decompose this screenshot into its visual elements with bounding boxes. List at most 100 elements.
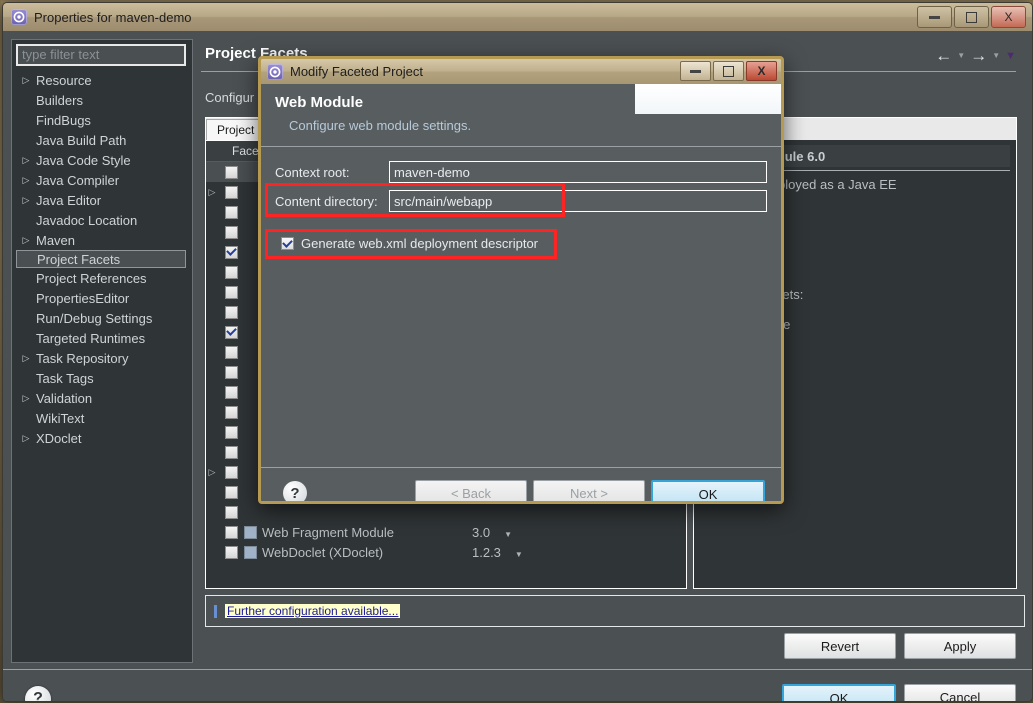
forward-arrow-icon[interactable]: → <box>970 47 987 64</box>
help-icon[interactable]: ? <box>25 686 51 701</box>
sidebar-item-maven[interactable]: ▷ Maven <box>16 230 186 250</box>
expand-arrow-icon[interactable]: ▷ <box>18 175 34 186</box>
facet-row-checkbox[interactable] <box>218 225 244 239</box>
facet-row-checkbox[interactable] <box>218 305 244 319</box>
facet-row-checkbox[interactable] <box>218 445 244 459</box>
expand-arrow-icon[interactable]: ▷ <box>18 75 34 86</box>
next-button[interactable]: Next > <box>533 480 645 501</box>
facet-row-checkbox[interactable] <box>218 365 244 379</box>
sidebar-item-propertieseditor[interactable]: PropertiesEditor <box>16 288 186 308</box>
sidebar-item-targeted-runtimes[interactable]: Targeted Runtimes <box>16 328 186 348</box>
facet-row-checkbox[interactable] <box>218 465 244 479</box>
facet-row-checkbox[interactable] <box>218 405 244 419</box>
expand-arrow-icon[interactable]: ▷ <box>206 467 218 478</box>
sidebar-item-builders[interactable]: Builders <box>16 90 186 110</box>
expand-arrow-icon[interactable]: ▷ <box>18 195 34 206</box>
facet-row-checkbox[interactable] <box>218 485 244 499</box>
sidebar-item-label: XDoclet <box>36 430 82 446</box>
ok-button[interactable]: OK <box>782 684 896 701</box>
context-root-row: Context root: maven-demo <box>275 161 767 183</box>
further-configuration-link[interactable]: Further configuration available... <box>225 604 401 618</box>
dialog-close-button[interactable]: X <box>746 61 777 81</box>
window-controls: X <box>917 6 1026 28</box>
back-arrow-icon[interactable]: ← <box>935 47 952 64</box>
table-row[interactable]: WebDoclet (XDoclet) 1.2.3 ▼ <box>206 542 686 562</box>
settings-tree-panel: type filter text ▷ Resource Builders FindBu… <box>11 39 193 663</box>
sidebar-item-findbugs[interactable]: FindBugs <box>16 110 186 130</box>
facet-name-cell: Web Fragment Module <box>244 525 472 540</box>
facet-row-checkbox[interactable] <box>218 525 244 539</box>
facet-version-cell[interactable]: 1.2.3 ▼ <box>472 545 542 560</box>
sidebar-item-java-editor[interactable]: ▷ Java Editor <box>16 190 186 210</box>
facet-version-cell[interactable]: 3.0 ▼ <box>472 525 542 540</box>
table-row[interactable]: Web Fragment Module 3.0 ▼ <box>206 522 686 542</box>
table-row[interactable] <box>206 502 686 522</box>
facet-row-checkbox[interactable] <box>218 505 244 519</box>
dialog-ok-button[interactable]: OK <box>651 480 765 501</box>
facet-row-checkbox[interactable] <box>218 545 244 559</box>
close-button[interactable]: X <box>991 6 1026 28</box>
checkbox-checked-icon <box>224 245 238 259</box>
maximize-button[interactable] <box>954 6 989 28</box>
chevron-down-icon[interactable]: ▼ <box>515 550 523 559</box>
checkbox-unchecked-icon <box>224 285 238 299</box>
dialog-footer: ? OK Cancel https://blog.csdn.net/qq_346… <box>3 669 1032 701</box>
facet-row-checkbox[interactable] <box>218 245 244 259</box>
dialog-minimize-button[interactable] <box>680 61 711 81</box>
facet-row-checkbox[interactable] <box>218 325 244 339</box>
dialog-title: Modify Faceted Project <box>290 64 423 79</box>
sidebar-item-wikitext[interactable]: WikiText <box>16 408 186 428</box>
sidebar-item-label: Run/Debug Settings <box>36 310 153 326</box>
sidebar-item-task-tags[interactable]: Task Tags <box>16 368 186 388</box>
generate-webxml-checkbox[interactable] <box>281 237 294 250</box>
facet-row-checkbox[interactable] <box>218 425 244 439</box>
sidebar-item-java-compiler[interactable]: ▷ Java Compiler <box>16 170 186 190</box>
expand-arrow-icon[interactable]: ▷ <box>18 433 34 444</box>
facet-row-checkbox[interactable] <box>218 345 244 359</box>
expand-arrow-icon[interactable]: ▷ <box>18 155 34 166</box>
expand-arrow-icon[interactable]: ▷ <box>18 235 34 246</box>
facet-row-checkbox[interactable] <box>218 385 244 399</box>
sidebar-item-task-repository[interactable]: ▷ Task Repository <box>16 348 186 368</box>
facet-row-checkbox[interactable] <box>218 265 244 279</box>
dialog-close-label: X <box>757 64 766 78</box>
footer-buttons: OK Cancel <box>782 684 1016 701</box>
modify-faceted-project-dialog: Modify Faceted Project X Web Module Conf… <box>258 56 784 504</box>
screen: Properties for maven-demo X type filter … <box>0 0 1033 703</box>
content-directory-input[interactable]: src/main/webapp <box>389 190 767 212</box>
dialog-maximize-button[interactable] <box>713 61 744 81</box>
expand-arrow-icon[interactable]: ▷ <box>18 353 34 364</box>
chevron-down-icon[interactable]: ▼ <box>504 530 512 539</box>
tab-project[interactable]: Project <box>206 119 266 140</box>
sidebar-item-project-facets[interactable]: Project Facets <box>16 250 186 268</box>
expand-arrow-icon[interactable]: ▷ <box>206 187 218 198</box>
filter-input[interactable]: type filter text <box>16 44 186 66</box>
sidebar-item-xdoclet[interactable]: ▷ XDoclet <box>16 428 186 448</box>
expand-arrow-icon[interactable]: ▷ <box>18 393 34 404</box>
facet-row-checkbox[interactable] <box>218 165 244 179</box>
minimize-button[interactable] <box>917 6 952 28</box>
revert-button[interactable]: Revert <box>784 633 896 659</box>
facet-row-checkbox[interactable] <box>218 205 244 219</box>
apply-button[interactable]: Apply <box>904 633 1016 659</box>
facet-icon <box>244 545 257 559</box>
cancel-button[interactable]: Cancel <box>904 684 1016 701</box>
sidebar-item-run-debug-settings[interactable]: Run/Debug Settings <box>16 308 186 328</box>
sidebar-item-java-build-path[interactable]: Java Build Path <box>16 130 186 150</box>
sidebar-item-project-references[interactable]: Project References <box>16 268 186 288</box>
settings-tree[interactable]: ▷ Resource Builders FindBugs Java Build Path… <box>16 70 186 658</box>
sidebar-item-javadoc-location[interactable]: Javadoc Location <box>16 210 186 230</box>
context-root-input[interactable]: maven-demo <box>389 161 767 183</box>
facet-row-checkbox[interactable] <box>218 285 244 299</box>
sidebar-item-label: Java Code Style <box>36 152 131 168</box>
facet-row-checkbox[interactable] <box>218 185 244 199</box>
dialog-help-icon[interactable]: ? <box>283 481 307 501</box>
checkbox-unchecked-icon <box>224 345 238 359</box>
sidebar-item-resource[interactable]: ▷ Resource <box>16 70 186 90</box>
sidebar-item-java-code-style[interactable]: ▷ Java Code Style <box>16 150 186 170</box>
sidebar-item-validation[interactable]: ▷ Validation <box>16 388 186 408</box>
forward-history-chevron-icon[interactable]: ▼ <box>992 51 1000 60</box>
back-history-chevron-icon[interactable]: ▼ <box>957 51 965 60</box>
page-menu-chevron-icon[interactable]: ▼ <box>1005 50 1016 62</box>
back-button[interactable]: < Back <box>415 480 527 501</box>
